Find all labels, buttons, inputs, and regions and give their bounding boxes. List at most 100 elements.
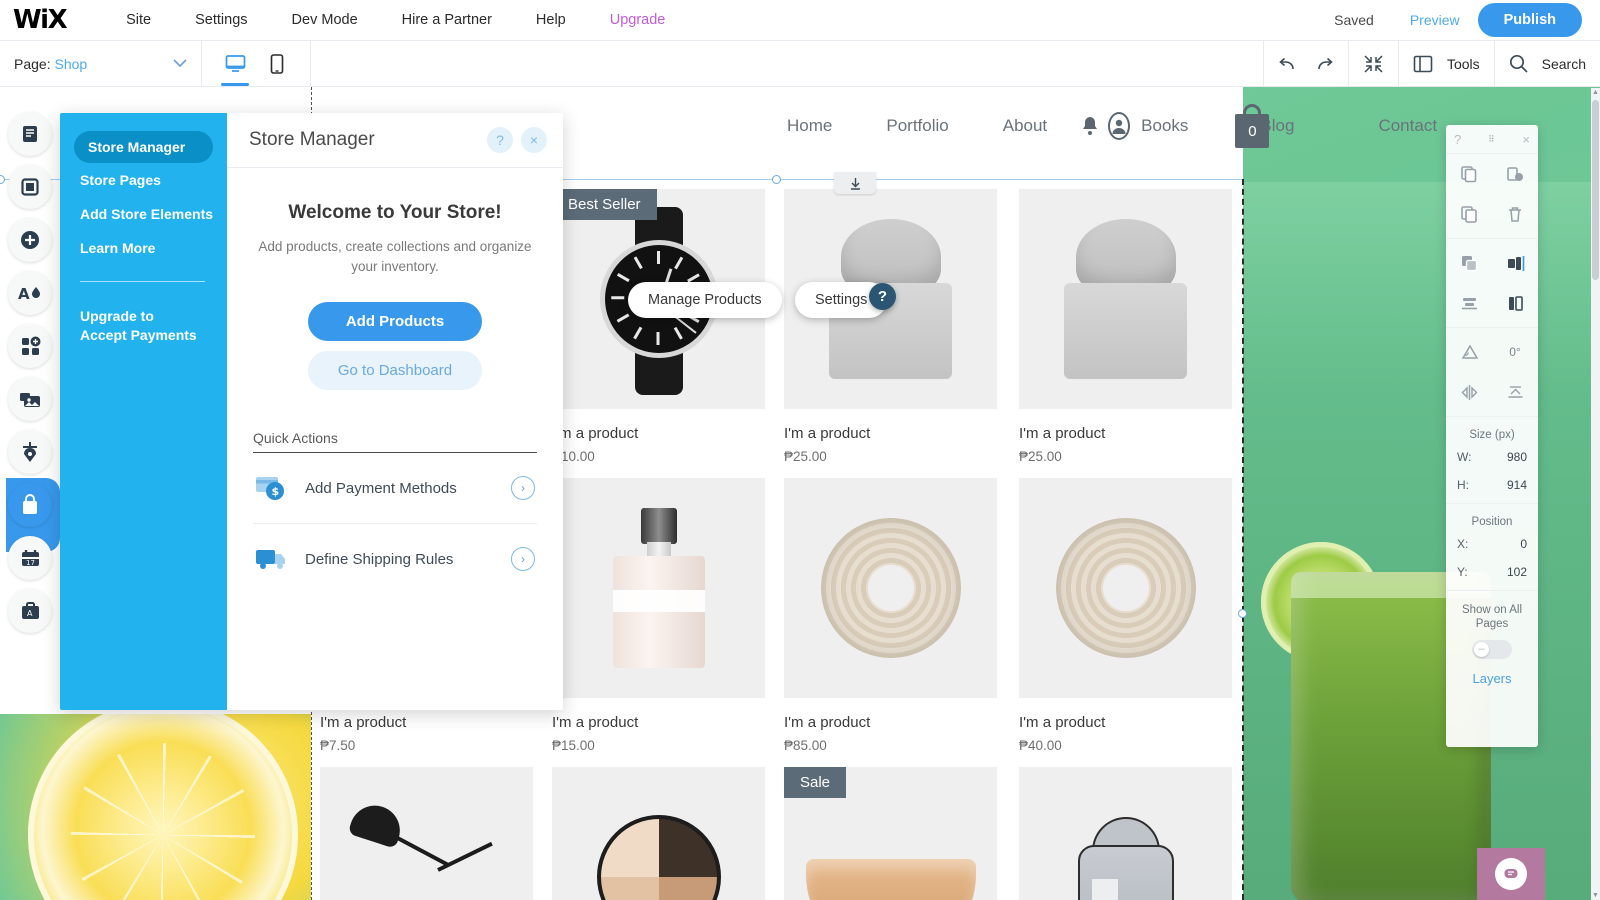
sidebar-item-bookings[interactable]: 17 — [8, 536, 52, 580]
sidebar-item-add-elements[interactable] — [8, 218, 52, 262]
menu-item-hire-a-partner[interactable]: Hire a Partner — [380, 12, 514, 28]
y-field[interactable]: Y: 102 — [1446, 558, 1538, 586]
scrollbar-thumb[interactable] — [1592, 100, 1599, 280]
add-products-button[interactable]: Add Products — [307, 302, 483, 342]
toolbar-actions-grid[interactable]: 0° — [1446, 154, 1538, 412]
history-controls[interactable] — [1262, 41, 1348, 86]
zoom-out-icon[interactable] — [1363, 54, 1384, 74]
product-card[interactable]: I'm a product ₱15.00 — [552, 478, 765, 753]
rotate-icon[interactable] — [1446, 332, 1492, 372]
flip-horizontal-icon[interactable] — [1446, 372, 1492, 412]
x-field[interactable]: X: 0 — [1446, 530, 1538, 558]
search-icon[interactable] — [1509, 54, 1528, 73]
editor-toolbar[interactable]: Page: Shop Tools Search — [0, 41, 1600, 87]
sidebar-item-add-store-elements[interactable]: Add Store Elements — [60, 197, 227, 231]
product-image[interactable] — [320, 767, 533, 900]
selection-handle-top-mid[interactable] — [772, 175, 781, 184]
sidebar-item-menus-and-pages[interactable] — [8, 112, 52, 156]
product-card[interactable]: I'm a product ₱85.00 — [784, 478, 997, 753]
selection-right-edge[interactable] — [1242, 179, 1244, 900]
section-drag-handle[interactable] — [834, 172, 876, 194]
product-image[interactable] — [1019, 478, 1232, 698]
quick-action-define-shipping-rules[interactable]: Define Shipping Rules › — [253, 524, 537, 594]
wix-logo[interactable]: WiX — [13, 7, 68, 33]
publish-button[interactable]: Publish — [1477, 3, 1582, 37]
product-image[interactable]: Sale — [784, 767, 997, 900]
page-selector[interactable]: Page: Shop — [0, 41, 202, 86]
sidebar-item-background[interactable] — [8, 165, 52, 209]
menu-item-upgrade[interactable]: Upgrade — [588, 12, 688, 28]
product-image[interactable] — [1019, 189, 1232, 409]
width-value[interactable]: 980 — [1507, 450, 1527, 464]
height-field[interactable]: H: 914 — [1446, 471, 1538, 499]
help-icon[interactable]: ? — [487, 127, 513, 153]
product-image[interactable] — [784, 478, 997, 698]
sidebar-item-my-uploads[interactable] — [8, 377, 52, 421]
desktop-icon[interactable] — [218, 41, 252, 86]
top-bar-right-actions[interactable]: Saved Preview Publish — [1316, 3, 1600, 37]
store-manager-sidebar[interactable]: Store Manager Store Pages Add Store Elem… — [60, 113, 227, 710]
help-icon[interactable]: ? — [869, 283, 896, 310]
top-menu-items[interactable]: Site Settings Dev Mode Hire a Partner He… — [104, 12, 687, 28]
sidebar-item-blog[interactable] — [8, 430, 52, 474]
selection-handle-right-mid[interactable] — [1238, 609, 1247, 618]
product-card[interactable]: I'm a product ₱25.00 — [1019, 189, 1232, 464]
manage-products-button[interactable]: Manage Products — [628, 282, 782, 318]
product-card[interactable]: Best Seller I'm a product ₱10.00 — [552, 189, 765, 464]
menu-item-settings[interactable]: Settings — [173, 12, 269, 28]
toolbar-panel-header[interactable]: ? ⠿ × — [1446, 125, 1538, 154]
scroll-up-arrow[interactable]: ▲ — [1591, 88, 1600, 97]
trash-icon[interactable] — [1492, 194, 1538, 234]
drag-grip-icon[interactable]: ⠿ — [1488, 134, 1496, 145]
editor-left-rail[interactable]: A 17 A — [6, 112, 60, 633]
product-card[interactable] — [552, 767, 765, 900]
layers-button[interactable]: Layers — [1446, 659, 1538, 698]
menu-item-site[interactable]: Site — [104, 12, 173, 28]
show-on-all-pages-toggle[interactable] — [1472, 639, 1512, 659]
x-value[interactable]: 0 — [1520, 537, 1527, 551]
height-value[interactable]: 914 — [1507, 478, 1527, 492]
duplicate-icon[interactable] — [1446, 194, 1492, 234]
site-navigation[interactable]: Home Portfolio About Books 0 Blog Contac… — [760, 101, 1460, 151]
width-field[interactable]: W: 980 — [1446, 443, 1538, 471]
product-image[interactable] — [552, 767, 765, 900]
quick-action-add-payment-methods[interactable]: $ Add Payment Methods › — [253, 453, 537, 525]
bell-icon[interactable] — [1080, 115, 1100, 137]
menu-item-help[interactable]: Help — [514, 12, 588, 28]
sidebar-item-design[interactable]: A — [8, 271, 52, 315]
product-card[interactable]: I'm a product ₱40.00 — [1019, 478, 1232, 753]
chevron-down-icon[interactable] — [173, 59, 187, 68]
y-value[interactable]: 102 — [1507, 565, 1527, 579]
nav-link-about[interactable]: About — [976, 116, 1074, 136]
sidebar-item-store-pages[interactable]: Store Pages — [60, 163, 227, 197]
redo-icon[interactable] — [1313, 55, 1334, 73]
tools-icon[interactable] — [1413, 55, 1433, 73]
search-label[interactable]: Search — [1542, 56, 1586, 72]
chevron-right-icon[interactable]: › — [511, 476, 535, 501]
close-icon[interactable]: × — [521, 127, 547, 153]
rotation-value[interactable]: 0° — [1492, 332, 1538, 372]
product-card[interactable]: Sale — [784, 767, 997, 900]
vertical-scrollbar[interactable]: ▲ ▼ — [1591, 88, 1600, 900]
nav-link-portfolio[interactable]: Portfolio — [859, 116, 975, 136]
tools-menu[interactable]: Tools — [1397, 41, 1494, 86]
sidebar-item-upgrade[interactable]: Upgrade to Accept Payments — [60, 298, 227, 354]
scroll-down-arrow[interactable]: ▼ — [1591, 891, 1600, 900]
element-toolbar-panel[interactable]: ? ⠿ × 0° Size (px) W: 980 H: 914 Positio… — [1446, 125, 1538, 747]
distribute-icon[interactable] — [1446, 283, 1492, 323]
product-image[interactable] — [1019, 767, 1232, 900]
go-to-dashboard-button[interactable]: Go to Dashboard — [307, 351, 483, 391]
device-switcher[interactable] — [202, 41, 311, 86]
product-card[interactable]: I'm a product ₱25.00 — [784, 189, 997, 464]
zoom-out-control[interactable] — [1347, 41, 1398, 86]
close-icon[interactable]: × — [1522, 132, 1530, 147]
sidebar-item-store-manager[interactable]: Store Manager — [74, 131, 213, 163]
product-card[interactable] — [320, 767, 533, 900]
copy-style-icon[interactable] — [1446, 154, 1492, 194]
menu-item-dev-mode[interactable]: Dev Mode — [270, 12, 380, 28]
sidebar-item-add-apps[interactable] — [8, 324, 52, 368]
mobile-icon[interactable] — [260, 41, 294, 86]
nav-link-home[interactable]: Home — [760, 116, 859, 136]
product-image[interactable] — [552, 478, 765, 698]
arrange-icon[interactable] — [1446, 243, 1492, 283]
